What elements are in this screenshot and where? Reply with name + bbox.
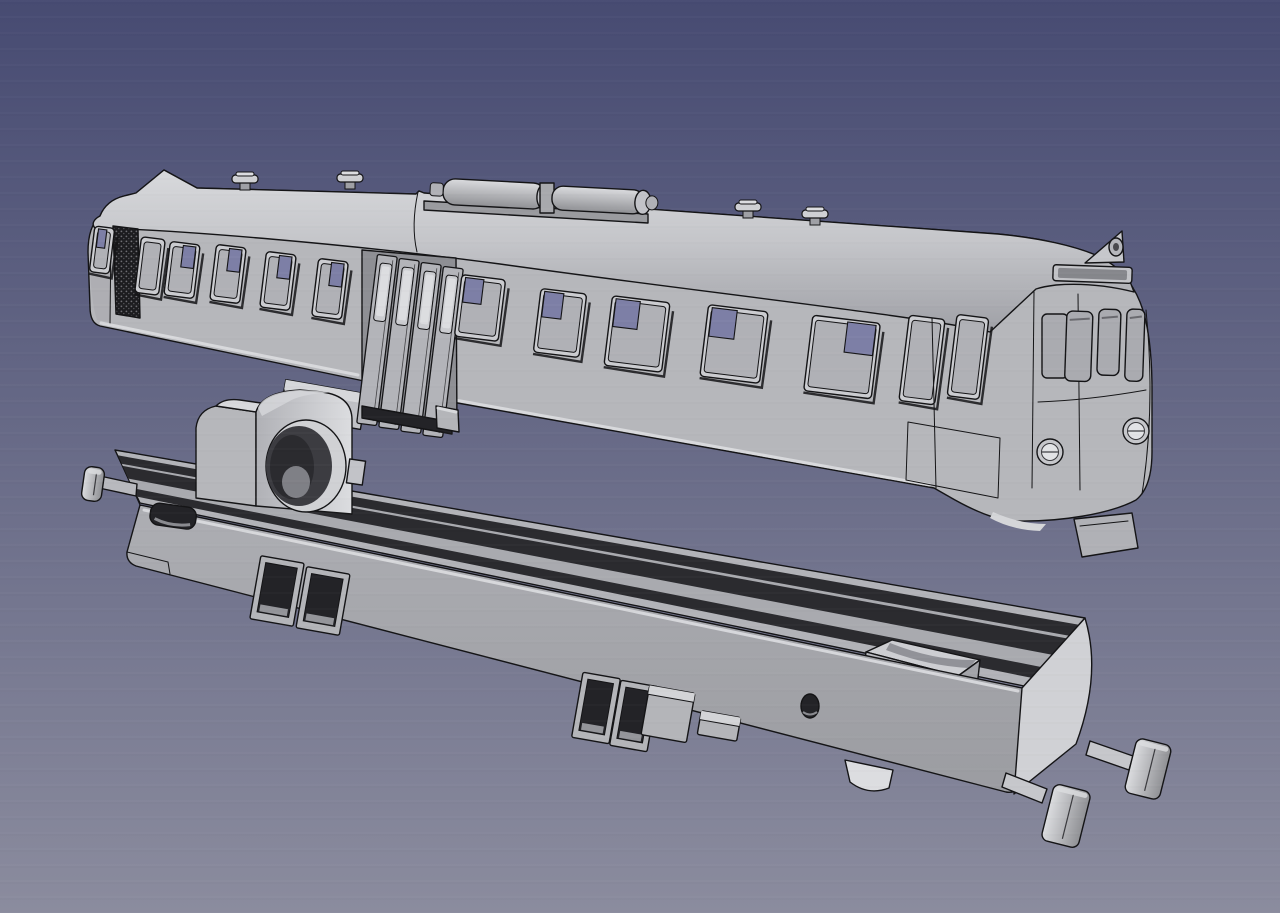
- cab-door-window[interactable]: [1042, 314, 1068, 378]
- window-vent-opening: [227, 248, 242, 272]
- window-vent-opening: [844, 322, 876, 356]
- body-window[interactable]: [454, 275, 510, 346]
- headlight[interactable]: [1037, 439, 1063, 465]
- window-vent-opening: [329, 263, 344, 288]
- window-vent-opening: [542, 291, 564, 319]
- freecad-3d-viewport[interactable]: [0, 0, 1280, 913]
- underframe-box[interactable]: [641, 685, 695, 742]
- cab-windshield[interactable]: [1065, 311, 1093, 382]
- model-scene[interactable]: [0, 0, 1280, 913]
- body-window[interactable]: [533, 288, 591, 362]
- tower-block-left[interactable]: [196, 406, 256, 506]
- tower-bracket: [346, 459, 365, 485]
- roof-cylinder-2[interactable]: [551, 186, 644, 215]
- window-vent-opening: [96, 229, 107, 248]
- cab-windshield[interactable]: [1125, 309, 1146, 382]
- buffer-head[interactable]: [81, 466, 106, 502]
- roof-cylinder-1-nub: [430, 183, 444, 197]
- window-vent-opening: [613, 299, 641, 330]
- cab-windshield[interactable]: [1097, 309, 1121, 376]
- window-vent-opening: [463, 278, 484, 305]
- roof-cylinder-1[interactable]: [442, 178, 545, 209]
- window-vent-opening: [709, 308, 738, 340]
- window-vent-opening: [277, 255, 292, 279]
- destination-box[interactable]: [1053, 265, 1133, 284]
- flywheel-bore-floor: [282, 466, 310, 498]
- roof-cylinder-2-nub: [646, 196, 659, 211]
- headlight[interactable]: [1123, 418, 1149, 444]
- body-window[interactable]: [803, 315, 884, 403]
- window-vent-opening: [181, 245, 196, 268]
